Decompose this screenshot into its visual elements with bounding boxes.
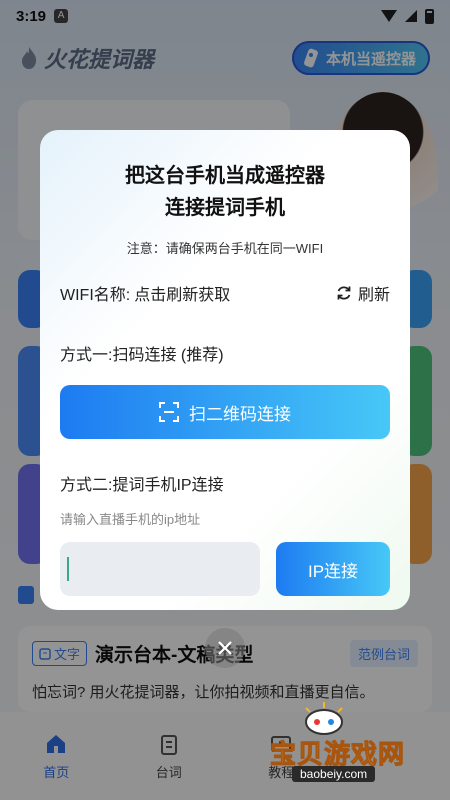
wifi-value: 点击刷新获取 <box>134 287 231 304</box>
scan-qr-button[interactable]: 扫二维码连接 <box>60 385 390 439</box>
ip-input[interactable] <box>60 542 260 596</box>
watermark: 宝贝游戏网 baobeiy.com <box>269 700 440 782</box>
method2-label: 方式二:提词手机IP连接 <box>60 477 224 494</box>
dialog-title: 把这台手机当成遥控器 连接提词手机 <box>125 165 325 219</box>
ip-connect-button[interactable]: IP连接 <box>276 542 390 596</box>
wifi-note: 注意：请确保两台手机在同一WIFI <box>126 241 324 256</box>
ip-row: IP连接 <box>60 542 390 596</box>
text-caret <box>67 557 69 581</box>
connect-dialog: 把这台手机当成遥控器 连接提词手机 注意：请确保两台手机在同一WIFI WIFI… <box>40 130 410 610</box>
wifi-label: WIFI名称: <box>60 287 131 304</box>
refresh-button[interactable]: 刷新 <box>336 281 390 305</box>
watermark-url: baobeiy.com <box>292 766 376 782</box>
method1-label: 方式一:扫码连接 (推荐) <box>60 347 224 364</box>
scan-icon <box>159 402 179 422</box>
refresh-icon <box>337 286 351 300</box>
close-dialog-button[interactable] <box>205 628 245 668</box>
ip-hint: 请输入直播手机的ip地址 <box>60 512 201 527</box>
close-icon <box>218 641 232 655</box>
wifi-row: WIFI名称: 点击刷新获取 刷新 <box>60 281 390 305</box>
